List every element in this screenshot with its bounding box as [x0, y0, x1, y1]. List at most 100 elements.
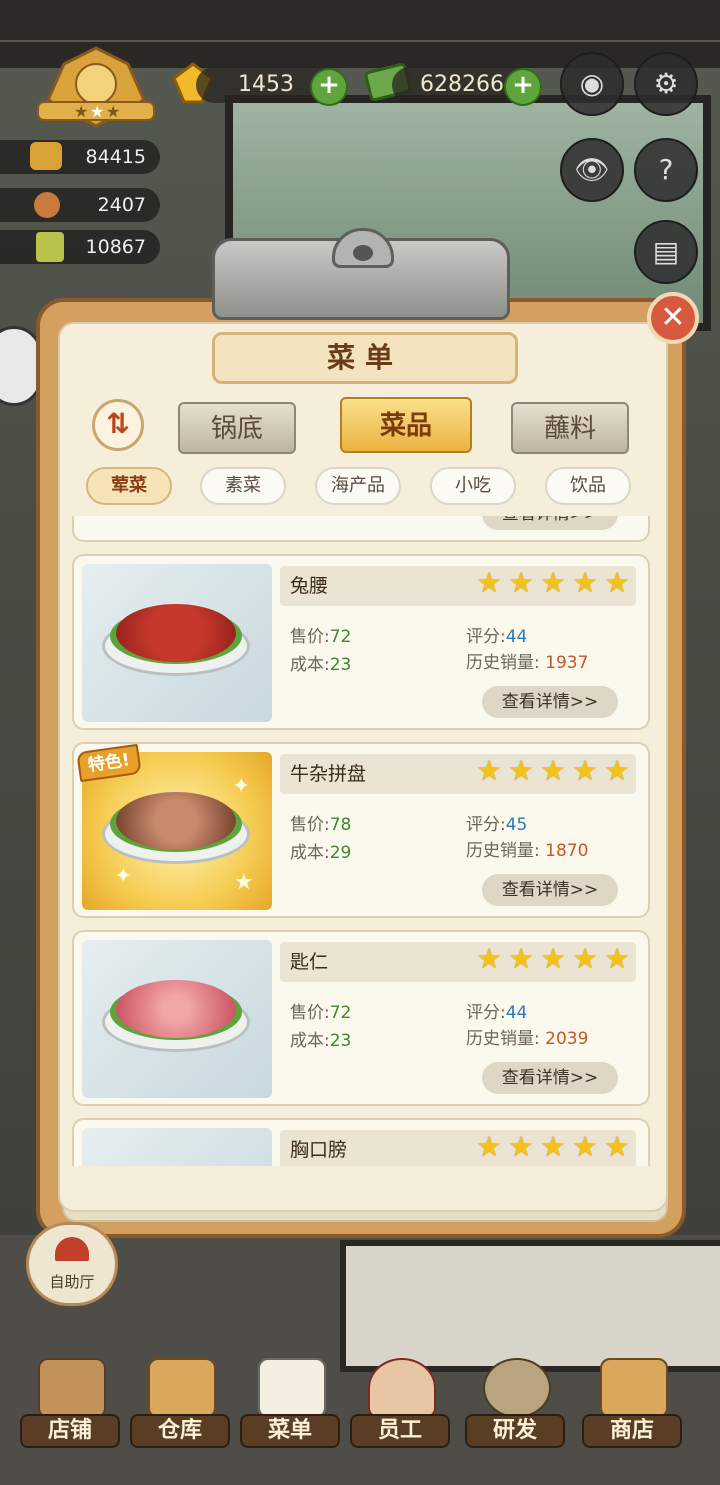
- dish-card[interactable]: ✦ ✦ ★ 特色! 牛杂拼盘 ★ ★ ★ ★ ★ 售价:78 成本:29 评分:45 历…: [72, 742, 650, 918]
- help-book-icon[interactable]: ?: [634, 138, 698, 202]
- sales-row: 历史销量: 1870: [466, 841, 589, 861]
- tab-broth[interactable]: 锅底: [178, 402, 296, 454]
- svg-text:★: ★: [74, 102, 88, 121]
- nav-label: 商店: [582, 1414, 682, 1448]
- star-icon: ★: [572, 566, 598, 599]
- nav-label: 员工: [350, 1414, 450, 1448]
- dish-name-bar: 匙仁 ★ ★ ★ ★ ★: [280, 942, 636, 982]
- dish-card-previous: 查看详情>>: [72, 516, 650, 542]
- cost-label: 成本: [290, 843, 324, 863]
- star-icon: ★: [540, 942, 566, 975]
- category-seafood[interactable]: 海产品: [315, 467, 401, 505]
- price-label: 售价: [290, 627, 324, 647]
- star-icon: ★: [476, 1130, 502, 1163]
- category-snack[interactable]: 小吃: [430, 467, 516, 505]
- scene-top: [0, 0, 720, 40]
- detail-button[interactable]: 查看详情>>: [482, 874, 618, 906]
- dish-card[interactable]: 胸口膀 ★ ★ ★ ★ ★: [72, 1118, 650, 1166]
- nav-research[interactable]: 研发: [465, 1352, 565, 1452]
- detail-button-previous[interactable]: 查看详情>>: [482, 516, 618, 530]
- dish-name-bar: 牛杂拼盘 ★ ★ ★ ★ ★: [280, 754, 636, 794]
- tab-sauce[interactable]: 蘸料: [511, 402, 629, 454]
- tab-dishes[interactable]: 菜品: [340, 397, 472, 453]
- menu-title: 菜单: [212, 332, 518, 384]
- sales-label: 历史销量: [466, 653, 534, 673]
- star-rating: ★ ★ ★ ★ ★: [476, 754, 630, 790]
- self-service-button[interactable]: 自助厅: [26, 1222, 118, 1306]
- dish-card[interactable]: 匙仁 ★ ★ ★ ★ ★ 售价:72 成本:23 评分:44 历史销量: 2039 查看…: [72, 930, 650, 1106]
- cost-value: 29: [329, 843, 352, 863]
- nav-menu[interactable]: 菜单: [240, 1352, 340, 1452]
- detail-button[interactable]: 查看详情>>: [482, 1062, 618, 1094]
- cost-value: 23: [329, 1031, 352, 1051]
- star-icon: ★: [604, 754, 630, 787]
- cost-row: 成本:23: [290, 1031, 352, 1051]
- gear-icon[interactable]: ⚙: [634, 52, 698, 116]
- score-value: 44: [505, 1003, 528, 1023]
- dish-image: [82, 940, 272, 1098]
- nav-warehouse[interactable]: 仓库: [130, 1352, 230, 1452]
- sort-icon[interactable]: ⇅: [92, 399, 144, 451]
- sales-value: 2039: [545, 1029, 589, 1049]
- star-icon: ★: [508, 754, 534, 787]
- score-row: 评分:45: [466, 815, 528, 835]
- recipe-book-icon[interactable]: ▤: [634, 220, 698, 284]
- svg-text:★: ★: [106, 102, 120, 121]
- sales-row: 历史销量: 1937: [466, 653, 589, 673]
- sales-value: 1937: [545, 653, 589, 673]
- nav-label: 菜单: [240, 1414, 340, 1448]
- cost-row: 成本:23: [290, 655, 352, 675]
- sparkle-icon: ★: [234, 870, 254, 895]
- add-gems-button[interactable]: +: [310, 68, 348, 106]
- stat-customers-value: 2407: [97, 194, 146, 216]
- shop-icon: [600, 1358, 668, 1418]
- ticket-icon: [36, 232, 64, 262]
- star-rating: ★ ★ ★ ★ ★: [476, 1130, 630, 1166]
- star-icon: ★: [508, 1130, 534, 1163]
- nav-shop-front[interactable]: 店铺: [20, 1352, 120, 1452]
- star-icon: ★: [508, 566, 534, 599]
- price-row: 售价:72: [290, 627, 352, 647]
- star-icon: ★: [540, 754, 566, 787]
- nav-label: 店铺: [20, 1414, 120, 1448]
- close-button[interactable]: ✕: [647, 292, 699, 344]
- food: [116, 980, 236, 1038]
- wok-icon: [483, 1358, 551, 1418]
- pot-icon: [30, 142, 62, 170]
- star-icon: ★: [572, 942, 598, 975]
- dish-name: 兔腰: [290, 575, 329, 597]
- price-label: 售价: [290, 815, 324, 835]
- self-service-label: 自助厅: [49, 1273, 95, 1291]
- dish-list[interactable]: 查看详情>> 兔腰 ★★★★★ 售价:72 成本:23 评分:44 历史销量: …: [72, 516, 654, 1166]
- sparkle-icon: ✦: [114, 864, 133, 889]
- stat-customers: 2407: [0, 188, 160, 222]
- star-icon: ★: [572, 1130, 598, 1163]
- add-cash-button[interactable]: +: [504, 68, 542, 106]
- category-drink[interactable]: 饮品: [545, 467, 631, 505]
- dish-name: 牛杂拼盘: [290, 763, 367, 785]
- detail-button[interactable]: 查看详情>>: [482, 686, 618, 718]
- nav-label: 研发: [465, 1414, 565, 1448]
- dish-card[interactable]: 兔腰 ★ ★ ★ ★ ★ 售价:72 成本:23 评分:44 历史销量: 1937 查看…: [72, 554, 650, 730]
- camera-icon[interactable]: ◉: [560, 52, 624, 116]
- price-value: 72: [329, 1003, 352, 1023]
- nav-store[interactable]: 商店: [582, 1352, 682, 1452]
- stat-popularity: 84415: [0, 140, 160, 174]
- nav-staff[interactable]: 员工: [350, 1352, 450, 1452]
- price-value: 78: [329, 815, 352, 835]
- cost-value: 23: [329, 655, 352, 675]
- storefront-icon: [38, 1358, 106, 1418]
- dish-name: 胸口膀: [290, 1139, 348, 1161]
- customer-icon: [34, 192, 60, 218]
- price-label: 售价: [290, 1003, 324, 1023]
- category-vegetable[interactable]: 素菜: [200, 467, 286, 505]
- category-meat[interactable]: 荤菜: [86, 467, 172, 505]
- star-icon: ★: [540, 566, 566, 599]
- boxes-icon: [148, 1358, 216, 1418]
- chef-rank-badge[interactable]: ★ ★ ★: [34, 46, 158, 128]
- eye-icon[interactable]: 👁: [560, 138, 624, 202]
- price-value: 72: [329, 627, 352, 647]
- score-value: 45: [505, 815, 528, 835]
- cost-label: 成本: [290, 1031, 324, 1051]
- sparkle-icon: ✦: [232, 774, 251, 799]
